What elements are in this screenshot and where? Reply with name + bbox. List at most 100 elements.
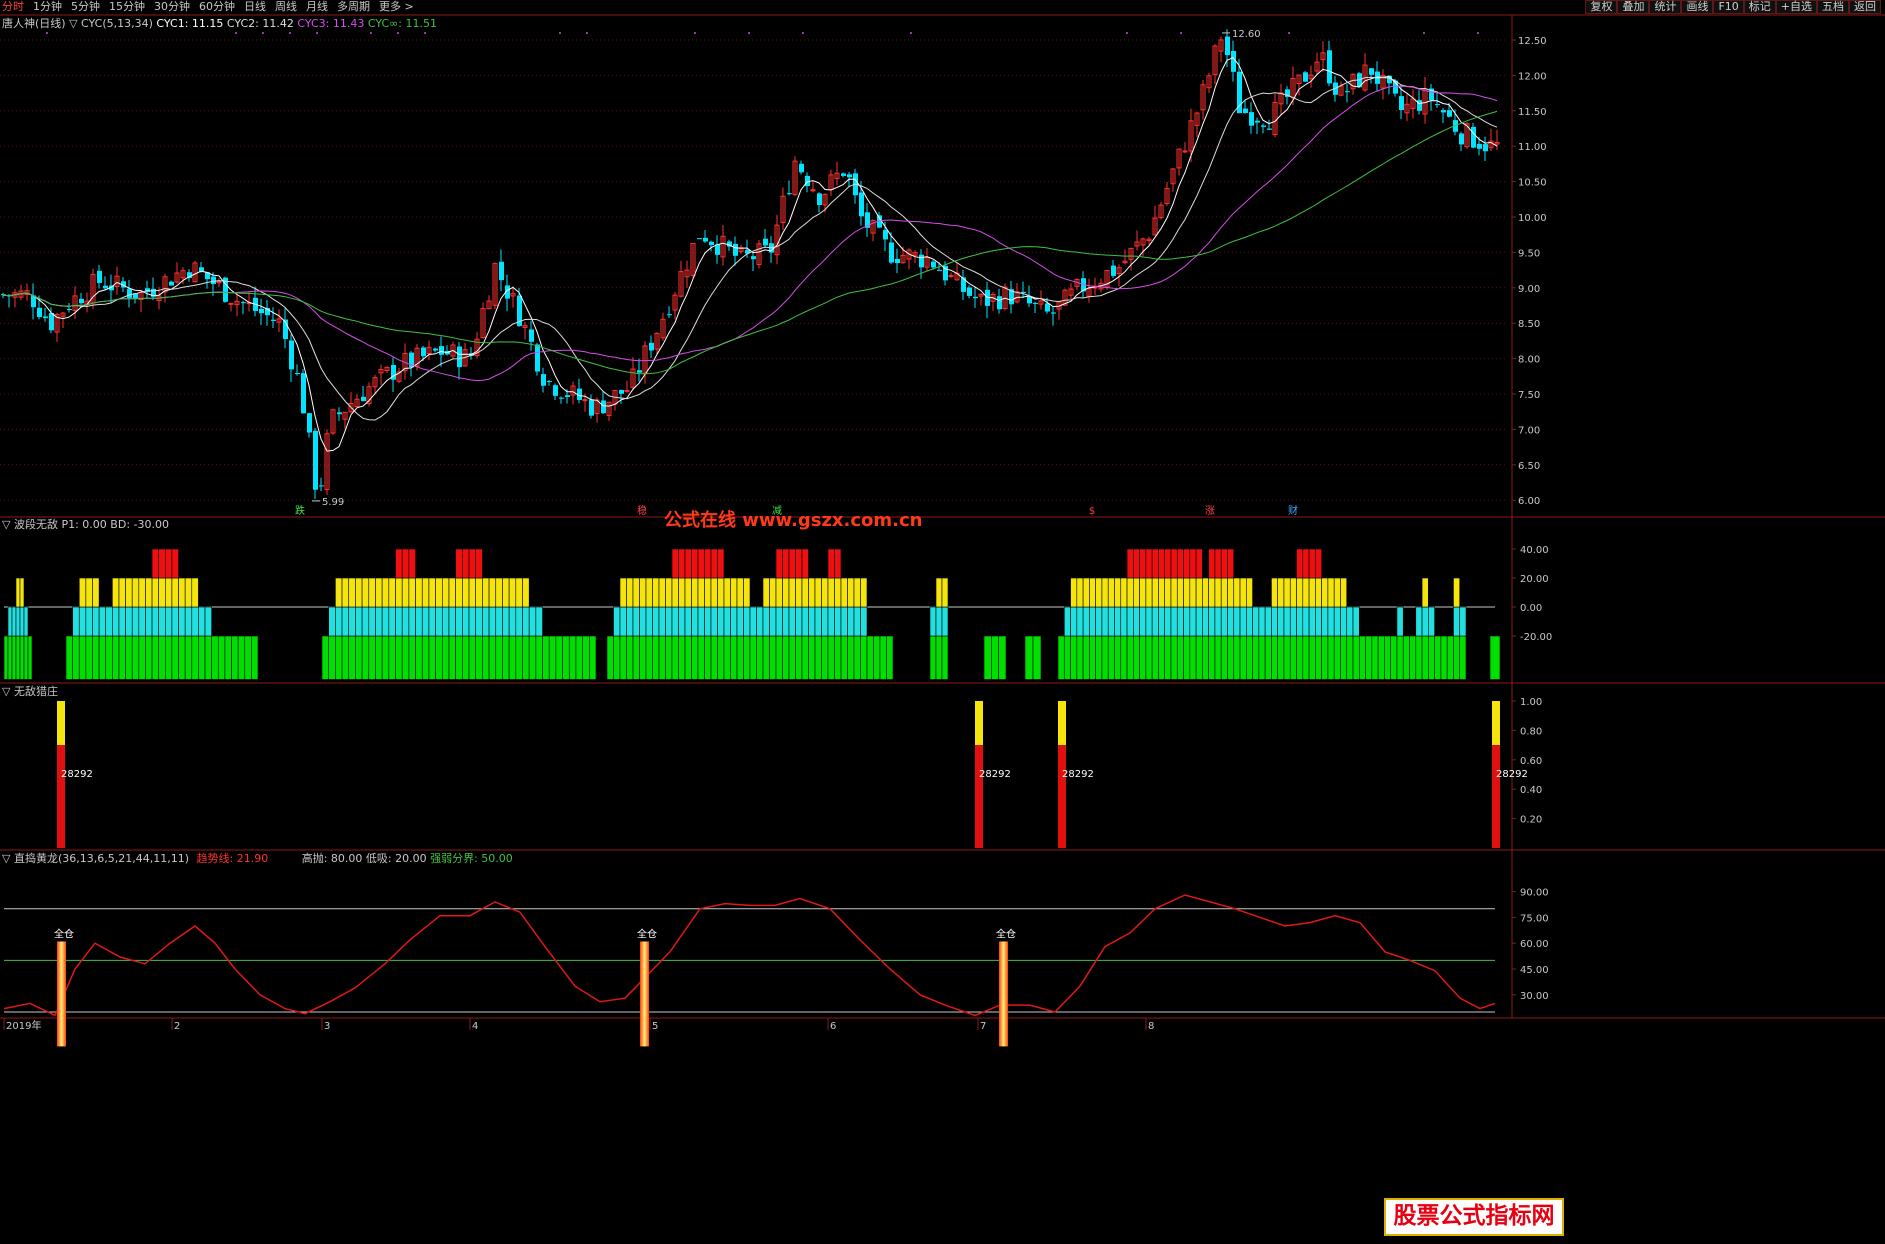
wave-bar: [158, 577, 166, 608]
wave-bar: [348, 635, 356, 680]
y-tick-label: 45.00: [1520, 965, 1549, 976]
wave-bar: [678, 635, 686, 680]
wave-bar: [795, 606, 803, 637]
wave-bar: [671, 635, 679, 680]
wave-bar: [415, 606, 423, 637]
wave-bar: [684, 548, 692, 579]
wave-bar: [1189, 577, 1197, 608]
wave-bar: [562, 635, 570, 680]
wave-bar: [1371, 635, 1379, 680]
wave-bar: [834, 577, 842, 608]
wave-bar: [1271, 577, 1278, 608]
wave-bar: [834, 548, 842, 579]
wave-bar: [1277, 635, 1285, 680]
candle-down: [547, 381, 552, 383]
wave-bar: [1158, 548, 1166, 579]
wave-bar: [717, 606, 725, 637]
wave-bar: [1446, 635, 1454, 680]
signal-dot: [424, 32, 426, 34]
wave-bar: [475, 548, 483, 579]
wave-bar: [1164, 577, 1172, 608]
wave-bar: [1421, 606, 1429, 637]
candle-down: [1243, 108, 1248, 113]
wave-bar: [935, 577, 943, 608]
x-axis-label: 2019年: [6, 1019, 41, 1032]
wave-bar: [224, 635, 232, 680]
wave-bar: [19, 606, 25, 637]
candle-down: [1399, 96, 1404, 111]
wave-bar: [341, 577, 350, 608]
wave-bar: [1082, 577, 1090, 608]
wave-bar: [415, 635, 423, 680]
wave-bar: [665, 635, 673, 680]
wave-bar: [704, 606, 712, 637]
candle-down: [703, 237, 708, 242]
wave-bar: [1315, 548, 1322, 579]
hunter-bar-bottom: [57, 745, 65, 848]
cycinf-line: [2, 110, 1498, 375]
wave-bar: [1189, 606, 1197, 637]
wave-bar: [131, 635, 140, 680]
wave-bar: [619, 606, 627, 637]
wave-bar: [1189, 548, 1197, 579]
wave-bar: [1321, 577, 1329, 608]
wave-bar: [23, 635, 29, 680]
signal-dot: [802, 32, 804, 34]
wave-bar: [441, 635, 450, 680]
wave-bar: [1089, 635, 1096, 680]
wave-bar: [1195, 548, 1203, 579]
x-axis-label: 6: [830, 1021, 836, 1032]
wave-bar: [455, 635, 463, 680]
wave-bar: [105, 635, 113, 680]
wave-bar: [548, 635, 557, 680]
candle-down: [49, 312, 54, 331]
wave-bar: [502, 577, 510, 608]
wave-bar: [435, 606, 443, 637]
candle-down: [559, 397, 564, 399]
x-axis-label: 2: [174, 1021, 180, 1032]
wave-bar: [522, 577, 530, 608]
candle-down: [43, 316, 48, 319]
wave-bar: [401, 635, 410, 680]
candle-down: [541, 374, 546, 386]
wave-bar: [145, 577, 153, 608]
candle-down: [301, 373, 306, 414]
wave-bar: [1139, 548, 1147, 579]
wave-bar: [941, 635, 949, 680]
wave-bar: [1070, 606, 1078, 637]
hunter-bar-top: [1058, 701, 1066, 746]
wave-bar: [1271, 606, 1278, 637]
wave-bar: [619, 577, 627, 608]
y-tick-label: 0.40: [1520, 785, 1542, 796]
wave-bar: [1139, 577, 1147, 608]
wave-bar: [455, 606, 463, 637]
wave-bar: [502, 635, 510, 680]
candle-down: [973, 296, 978, 299]
wave-bar: [626, 606, 634, 637]
y-tick-label: 9.00: [1518, 284, 1540, 295]
wave-bar: [145, 606, 153, 637]
wave-bar: [860, 577, 868, 608]
wave-bar: [361, 635, 370, 680]
wave-bar: [1277, 577, 1285, 608]
wave-bar: [355, 577, 363, 608]
wave-bar: [1289, 577, 1297, 608]
candle-down: [499, 261, 504, 281]
candle-down: [211, 276, 216, 285]
wave-bar: [1151, 577, 1159, 608]
candle-down: [733, 243, 738, 256]
wave-bar: [1120, 635, 1128, 680]
wave-bar: [626, 635, 634, 680]
wave-bar: [619, 635, 627, 680]
wave-bar: [151, 577, 159, 608]
wave-bar: [1126, 635, 1134, 680]
wave-bar: [1252, 635, 1260, 680]
wave-bar: [482, 635, 490, 680]
wave-bar: [827, 548, 835, 579]
wave-bar: [1440, 635, 1448, 680]
y-tick-label: 0.00: [1520, 603, 1542, 614]
candle-down: [1267, 128, 1272, 130]
wave-bar: [1076, 606, 1084, 637]
wave-bar: [401, 577, 410, 608]
wave-bar: [1202, 635, 1209, 680]
